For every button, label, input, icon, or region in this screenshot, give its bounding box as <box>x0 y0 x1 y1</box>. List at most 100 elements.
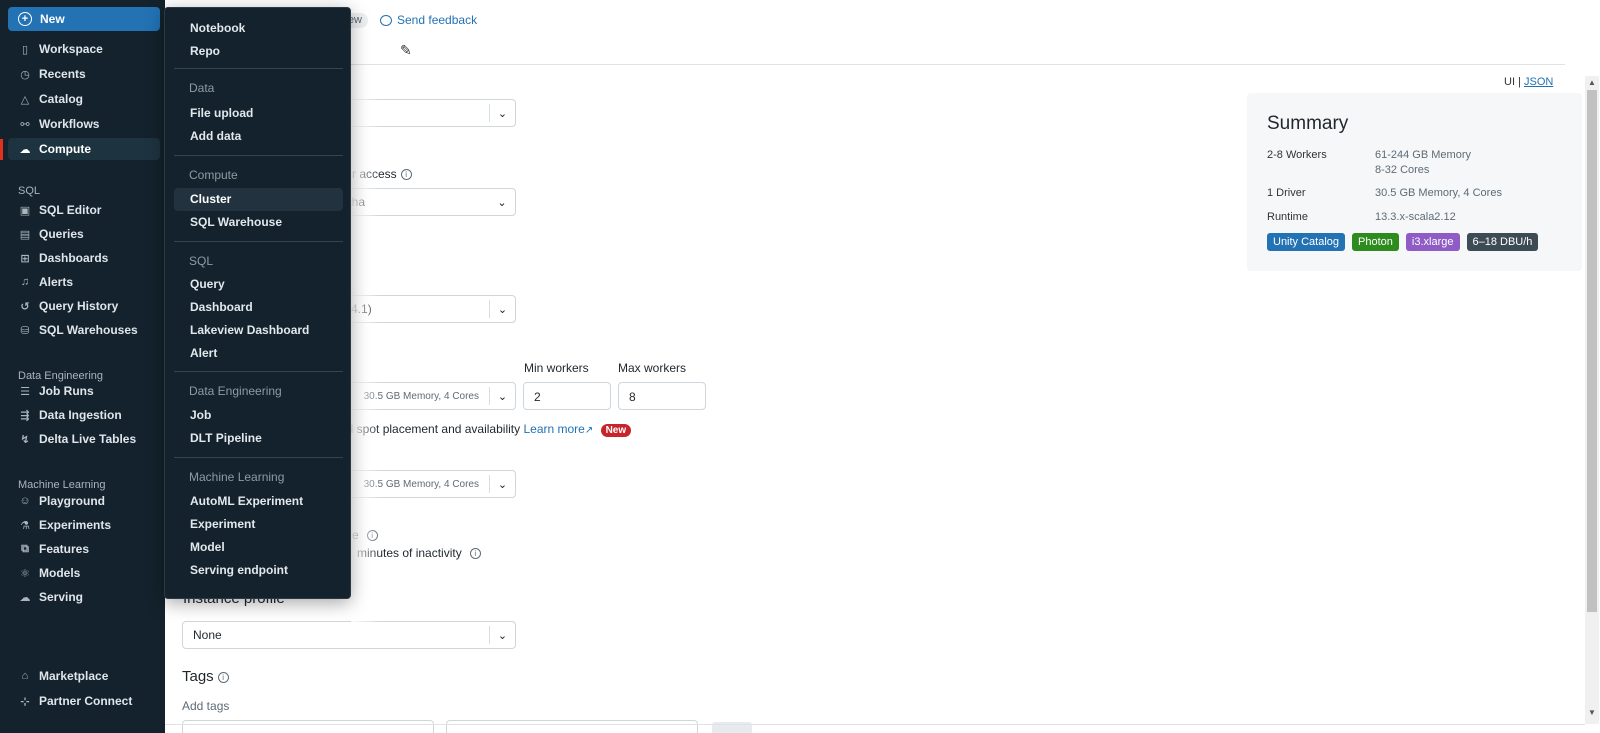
sidebar-item-sql-warehouses[interactable]: ⛁ SQL Warehouses <box>8 319 160 341</box>
json-view-link[interactable]: JSON <box>1524 76 1553 88</box>
menu-item-sql-warehouse[interactable]: SQL Warehouse <box>190 215 282 229</box>
sidebar-item-experiments[interactable]: ⚗ Experiments <box>8 514 160 536</box>
sidebar-item-serving[interactable]: ☁ Serving <box>8 586 160 608</box>
view-toggle: UI | JSON <box>1504 76 1554 88</box>
tag-key-input[interactable] <box>182 720 434 733</box>
scroll-down-icon[interactable]: ▼ <box>1588 708 1596 717</box>
sidebar-item-label: Recents <box>39 67 86 81</box>
summary-workers-label: 2-8 Workers <box>1267 149 1327 161</box>
ui-view-link[interactable]: UI <box>1504 76 1515 88</box>
sidebar-item-queries[interactable]: ▤ Queries <box>8 223 160 245</box>
menu-item-model[interactable]: Model <box>190 540 225 554</box>
sidebar-item-query-history[interactable]: ↺ Query History <box>8 295 160 317</box>
tag-value-input[interactable] <box>446 720 698 733</box>
sidebar-item-label: Experiments <box>39 518 112 532</box>
sidebar-item-dashboards[interactable]: ⊞ Dashboards <box>8 247 160 269</box>
clock-icon: ◷ <box>20 68 30 81</box>
scrollbar[interactable]: ▲ ▼ <box>1585 76 1599 724</box>
sidebar-item-label: Data Ingestion <box>39 408 122 422</box>
menu-item-automl-experiment[interactable]: AutoML Experiment <box>190 494 303 508</box>
sidebar-item-partner-connect[interactable]: ⊹ Partner Connect <box>8 690 160 712</box>
sidebar-item-label: Playground <box>39 494 106 508</box>
sidebar-item-recents[interactable]: ◷ Recents <box>8 63 160 85</box>
sidebar-item-workflows[interactable]: ⚯ Workflows <box>8 113 160 135</box>
chevron-down-icon: ⌄ <box>497 196 507 209</box>
sidebar-item-workspace[interactable]: ▯ Workspace <box>8 38 160 60</box>
menu-header-compute: Compute <box>189 168 238 182</box>
external-link-icon: ↗ <box>584 425 594 436</box>
info-icon[interactable]: i <box>469 548 481 560</box>
sidebar-item-label: Compute <box>39 142 91 156</box>
info-icon[interactable]: i <box>217 671 229 683</box>
sidebar-item-sql-editor[interactable]: ▣ SQL Editor <box>8 199 160 221</box>
menu-header-data-engineering: Data Engineering <box>189 384 282 398</box>
summary-workers-value: 61-244 GB Memory 8-32 Cores <box>1375 149 1471 176</box>
menu-item-job[interactable]: Job <box>190 408 211 422</box>
menu-item-cluster[interactable]: Cluster <box>190 192 231 206</box>
instance-profile-select[interactable]: None ⌄ <box>182 621 516 649</box>
sidebar: + New ▯ Workspace ◷ Recents △ Catalog ⚯ Work… <box>0 0 165 733</box>
menu-item-query[interactable]: Query <box>190 277 225 291</box>
menu-item-lakeview-dashboard[interactable]: Lakeview Dashboard <box>190 323 309 337</box>
max-workers-label: Max workers <box>618 361 687 375</box>
sidebar-item-alerts[interactable]: ♫ Alerts <box>8 271 160 293</box>
pipeline-icon: ↯ <box>20 433 30 446</box>
sidebar-item-data-ingestion[interactable]: ⇶ Data Ingestion <box>8 404 160 426</box>
warehouse-icon: ⛁ <box>20 324 30 337</box>
sidebar-item-compute[interactable]: ☁ Compute <box>8 138 160 160</box>
history-icon: ↺ <box>20 300 30 313</box>
terminal-icon: ▣ <box>19 204 31 217</box>
scroll-thumb[interactable] <box>1587 90 1597 612</box>
menu-item-dlt-pipeline[interactable]: DLT Pipeline <box>190 431 262 445</box>
min-workers-input[interactable]: 2 <box>523 382 611 410</box>
sidebar-item-label: Job Runs <box>39 384 94 398</box>
menu-item-repo[interactable]: Repo <box>190 44 220 58</box>
max-workers-input[interactable]: 8 <box>618 382 706 410</box>
catalog-icon: △ <box>20 93 30 106</box>
list-check-icon: ☰ <box>20 385 30 398</box>
new-button[interactable]: + New <box>8 7 160 31</box>
menu-header-machine-learning: Machine Learning <box>189 470 285 484</box>
sidebar-item-marketplace[interactable]: ⌂ Marketplace <box>8 665 160 687</box>
sidebar-item-job-runs[interactable]: ☰ Job Runs <box>8 380 160 402</box>
summary-driver-label: 1 Driver <box>1267 187 1306 199</box>
pencil-icon[interactable]: ✎ <box>400 42 412 59</box>
menu-item-file-upload[interactable]: File upload <box>190 106 253 120</box>
info-icon[interactable]: i <box>400 169 412 181</box>
scroll-up-icon[interactable]: ▲ <box>1588 78 1596 87</box>
sidebar-item-features[interactable]: ⧉ Features <box>8 538 160 560</box>
menu-item-add-data[interactable]: Add data <box>190 129 241 143</box>
send-feedback-link[interactable]: Send feedback <box>380 13 477 27</box>
menu-shadow <box>351 65 381 625</box>
menu-item-serving-endpoint[interactable]: Serving endpoint <box>190 563 288 577</box>
min-workers-label: Min workers <box>524 361 589 375</box>
menu-item-experiment[interactable]: Experiment <box>190 517 255 531</box>
sidebar-item-playground[interactable]: ☺ Playground <box>8 490 160 512</box>
new-dropdown-menu: Notebook Repo Data File upload Add data … <box>164 7 351 599</box>
spot-placement-text: ed spot placement and availability Learn… <box>340 422 632 437</box>
serving-icon: ☁ <box>19 591 31 604</box>
bottom-divider <box>165 724 1585 725</box>
sidebar-item-label: Serving <box>39 590 84 604</box>
menu-item-notebook[interactable]: Notebook <box>190 21 245 35</box>
learn-more-link[interactable]: Learn more <box>523 422 584 436</box>
menu-item-alert[interactable]: Alert <box>190 346 217 360</box>
sidebar-item-label: SQL Warehouses <box>39 323 138 337</box>
tag-instance-type: i3.xlarge <box>1405 233 1460 251</box>
plus-circle-icon: + <box>18 12 32 26</box>
summary-panel: Summary 2-8 Workers 61-244 GB Memory 8-32… <box>1247 93 1582 271</box>
sidebar-item-delta-live-tables[interactable]: ↯ Delta Live Tables <box>8 428 160 450</box>
send-feedback-label: Send feedback <box>397 13 478 27</box>
menu-item-dashboard[interactable]: Dashboard <box>190 300 253 314</box>
sidebar-item-models[interactable]: ⚛ Models <box>8 562 160 584</box>
flask-icon: ⚗ <box>20 519 30 532</box>
robot-icon: ☺ <box>19 495 31 507</box>
partner-icon: ⊹ <box>20 695 30 708</box>
sidebar-section-sql: SQL <box>18 185 41 197</box>
sidebar-item-label: Partner Connect <box>39 694 133 708</box>
chevron-down-icon: ⌄ <box>489 387 515 405</box>
sidebar-item-label: Delta Live Tables <box>39 432 137 446</box>
sidebar-item-catalog[interactable]: △ Catalog <box>8 88 160 110</box>
sidebar-item-label: SQL Editor <box>39 203 102 217</box>
dashboard-icon: ⊞ <box>20 252 30 265</box>
